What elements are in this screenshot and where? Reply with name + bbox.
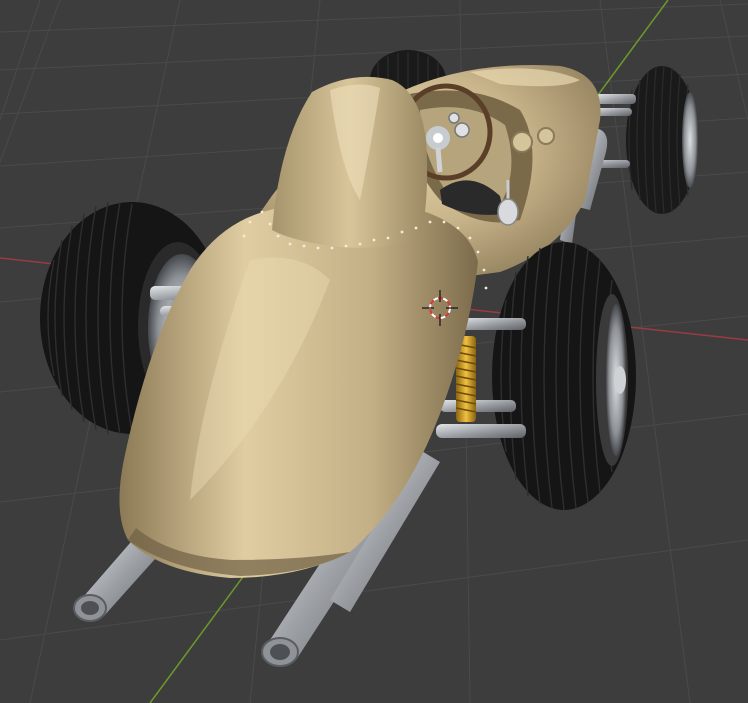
viewport-canvas[interactable] xyxy=(0,0,748,703)
3d-viewport[interactable] xyxy=(0,0,748,703)
rear-right-wheel[interactable] xyxy=(626,65,698,215)
front-right-wheel[interactable] xyxy=(492,241,636,511)
